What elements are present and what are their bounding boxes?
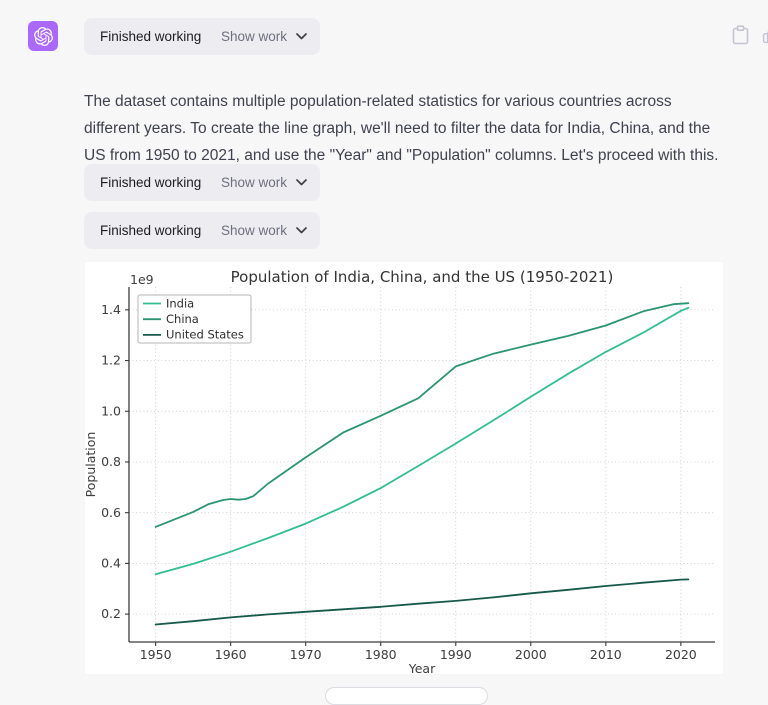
finished-working-pill-2[interactable]: Finished working Show work (84, 164, 320, 201)
y-axis-offset-text: 1e9 (130, 272, 154, 287)
show-work-button[interactable]: Show work (221, 175, 307, 190)
legend-label: United States (166, 328, 244, 342)
step-status-label: Finished working (100, 29, 201, 44)
chart-title: Population of India, China, and the US (… (231, 268, 614, 286)
x-tick-label: 1970 (290, 647, 322, 662)
openai-logo-icon (34, 27, 53, 46)
y-tick-label: 0.6 (101, 505, 121, 520)
bottom-partial-pill[interactable] (325, 687, 488, 705)
x-tick-label: 1990 (440, 647, 472, 662)
chevron-down-icon (296, 179, 307, 186)
finished-working-pill-3[interactable]: Finished working Show work (84, 212, 320, 249)
legend-label: China (166, 312, 199, 326)
step-status-label: Finished working (100, 223, 201, 238)
x-tick-label: 2000 (515, 647, 547, 662)
y-tick-label: 1.4 (101, 302, 121, 317)
finished-working-pill-1[interactable]: Finished working Show work (84, 18, 320, 55)
x-tick-label: 1960 (215, 647, 247, 662)
y-tick-label: 0.4 (101, 556, 121, 571)
chart-canvas: Population of India, China, and the US (… (85, 262, 723, 674)
x-tick-label: 1950 (140, 647, 172, 662)
y-tick-label: 1.0 (101, 403, 121, 418)
legend-label: India (166, 296, 194, 310)
message-actions (732, 25, 768, 45)
series-line-united-states (156, 579, 689, 624)
population-line-chart: Population of India, China, and the US (… (85, 262, 723, 674)
assistant-avatar (28, 21, 58, 51)
legend: India China United States (138, 295, 251, 343)
x-tick-label: 1980 (365, 647, 397, 662)
y-tick-label: 0.2 (101, 606, 121, 621)
series-line-india (156, 308, 689, 575)
chevron-down-icon (296, 227, 307, 234)
y-axis-label: Population (85, 432, 98, 498)
show-work-button[interactable]: Show work (221, 223, 307, 238)
x-tick-label: 2010 (590, 647, 622, 662)
step-status-label: Finished working (100, 175, 201, 190)
y-tick-label: 0.8 (101, 454, 121, 469)
chevron-down-icon (296, 33, 307, 40)
copy-icon[interactable] (732, 25, 749, 45)
thumbs-up-icon[interactable] (762, 25, 768, 45)
chat-assistant-turn: { "page": { "background": "#f7f7f8", "pi… (0, 0, 768, 692)
assistant-message-text: The dataset contains multiple population… (84, 88, 720, 169)
x-tick-label: 2020 (665, 647, 697, 662)
x-axis-label: Year (408, 661, 436, 674)
show-work-button[interactable]: Show work (221, 29, 307, 44)
y-tick-label: 1.2 (101, 353, 121, 368)
